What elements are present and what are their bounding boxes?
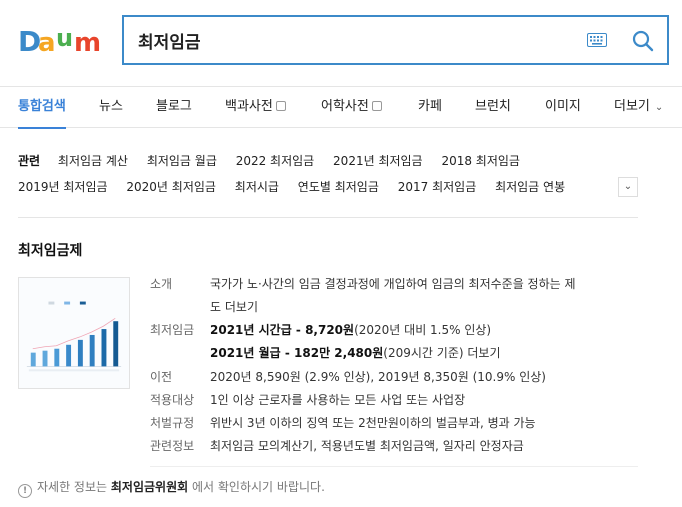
tab-label: 뉴스 xyxy=(99,99,123,114)
related-item[interactable]: 최저임금 월급 xyxy=(147,154,217,168)
wage-calculator-link[interactable]: 최저임금 모의계산기 xyxy=(210,439,313,453)
info-key: 소개 xyxy=(150,277,173,291)
tab-label: 카페 xyxy=(418,99,442,114)
footnote-before: 자세한 정보는 xyxy=(37,480,108,494)
wage-hourly-value: 2021년 시간급 - 8,720원 xyxy=(210,323,355,337)
tab-label: 블로그 xyxy=(156,99,192,114)
related-item[interactable]: 2022 최저임금 xyxy=(236,154,315,168)
expand-related-button[interactable]: ⌄ xyxy=(618,177,638,197)
info-icon: ! xyxy=(18,484,32,498)
tab-label: 더보기 xyxy=(614,99,650,114)
tab-label: 백과사전 xyxy=(225,99,273,114)
wage-chart-thumbnail[interactable] xyxy=(18,277,130,389)
info-key: 처벌규정 xyxy=(150,416,195,430)
svg-text:u: u xyxy=(56,24,73,52)
divider xyxy=(150,466,638,467)
related-label: 관련 xyxy=(18,154,41,168)
footnote-after: 에서 확인하시기 바랍니다. xyxy=(192,480,325,494)
info-key: 관련정보 xyxy=(150,439,195,453)
related-row-2: 2019년 최저임금 2020년 최저임금 최저시급 연도별 최저임금 2017… xyxy=(18,178,580,198)
wage-monthly: 2021년 월급 - 182만 2,480원(209시간 기준) 더보기 xyxy=(210,344,501,361)
card-title[interactable]: 최저임금제 xyxy=(18,240,82,260)
wage-monthly-note: (209시간 기준) xyxy=(383,346,464,360)
external-icon xyxy=(371,101,382,111)
scope-text: 1인 이상 근로자를 사용하는 모든 사업 또는 사업장 xyxy=(210,393,466,407)
search-tabs: 통합검색 뉴스 블로그 백과사전 어학사전 카페 브런치 이미지 더보기 ⌄ xyxy=(0,86,682,129)
divider xyxy=(18,217,638,218)
intro-text: 국가가 노·사간의 임금 결정과정에 개입하여 임금의 최저수준을 정하는 제 xyxy=(210,277,576,291)
daum-logo[interactable]: D a u m xyxy=(18,24,104,56)
related-item[interactable]: 최저시급 xyxy=(235,180,279,194)
tab-label: 이미지 xyxy=(545,99,581,114)
related-item[interactable]: 2021년 최저임금 xyxy=(333,154,423,168)
wage-commission-link[interactable]: 최저임금위원회 xyxy=(111,480,188,494)
keyboard-icon[interactable] xyxy=(587,33,607,47)
footnote: ! 자세한 정보는 최저임금위원회 에서 확인하시기 바랍니다. xyxy=(18,478,325,498)
info-key: 최저임금 xyxy=(150,323,195,337)
related-item[interactable]: 2020년 최저임금 xyxy=(126,180,216,194)
tab-blog[interactable]: 블로그 xyxy=(156,87,192,128)
tab-brunch[interactable]: 브런치 xyxy=(475,87,511,128)
svg-text:a: a xyxy=(38,28,56,56)
related-row-1: 관련 최저임금 계산 최저임금 월급 2022 최저임금 2021년 최저임금 … xyxy=(18,152,535,172)
tab-integrated[interactable]: 통합검색 xyxy=(18,87,66,129)
job-stability-fund-link[interactable]: 일자리 안정자금 xyxy=(443,439,524,453)
related-item[interactable]: 2017 최저임금 xyxy=(398,180,477,194)
tab-images[interactable]: 이미지 xyxy=(545,87,581,128)
info-key: 이전 xyxy=(150,370,173,384)
tab-more[interactable]: 더보기 ⌄ xyxy=(614,87,663,128)
tab-encyclopedia[interactable]: 백과사전 xyxy=(225,87,286,128)
intro-text-end: 도 xyxy=(210,300,222,314)
prev-wages: 2020년 8,590원 (2.9% 인상), 2019년 8,350원 (10… xyxy=(210,370,546,384)
penalty-text: 위반시 3년 이하의 징역 또는 2천만원이하의 벌금부과, 병과 가능 xyxy=(210,416,536,430)
external-icon xyxy=(275,101,286,111)
related-item[interactable]: 연도별 최저임금 xyxy=(298,180,379,194)
tab-cafe[interactable]: 카페 xyxy=(418,87,442,128)
related-item[interactable]: 최저임금 계산 xyxy=(58,154,128,168)
info-key: 적용대상 xyxy=(150,393,195,407)
tab-label: 통합검색 xyxy=(18,99,66,114)
wage-hourly: 2021년 시간급 - 8,720원(2020년 대비 1.5% 인상) xyxy=(210,321,491,338)
wage-monthly-value: 2021년 월급 - 182만 2,480원 xyxy=(210,346,384,360)
header: D a u m xyxy=(0,0,682,86)
tab-news[interactable]: 뉴스 xyxy=(99,87,123,128)
intro-text-cont: 도 더보기 xyxy=(210,298,258,315)
related-info-links: 최저임금 모의계산기, 적용년도별 최저임금액, 일자리 안정자금 xyxy=(210,439,524,453)
related-item[interactable]: 2018 최저임금 xyxy=(441,154,520,168)
svg-text:m: m xyxy=(74,28,101,56)
chevron-down-icon: ⌄ xyxy=(623,181,633,192)
wage-by-year-link[interactable]: 적용년도별 최저임금액 xyxy=(321,439,435,453)
tab-label: 어학사전 xyxy=(321,99,369,114)
tab-dictionary[interactable]: 어학사전 xyxy=(321,87,382,128)
search-icon[interactable] xyxy=(629,27,657,55)
search-input[interactable] xyxy=(138,27,558,53)
tab-label: 브런치 xyxy=(475,99,511,114)
more-link[interactable]: 더보기 xyxy=(467,346,500,360)
search-box xyxy=(122,15,669,65)
wage-hourly-note: (2020년 대비 1.5% 인상) xyxy=(354,323,492,337)
chevron-down-icon: ⌄ xyxy=(654,102,664,113)
related-item[interactable]: 2019년 최저임금 xyxy=(18,180,108,194)
related-item[interactable]: 최저임금 연봉 xyxy=(495,180,565,194)
more-link[interactable]: 더보기 xyxy=(225,300,258,314)
